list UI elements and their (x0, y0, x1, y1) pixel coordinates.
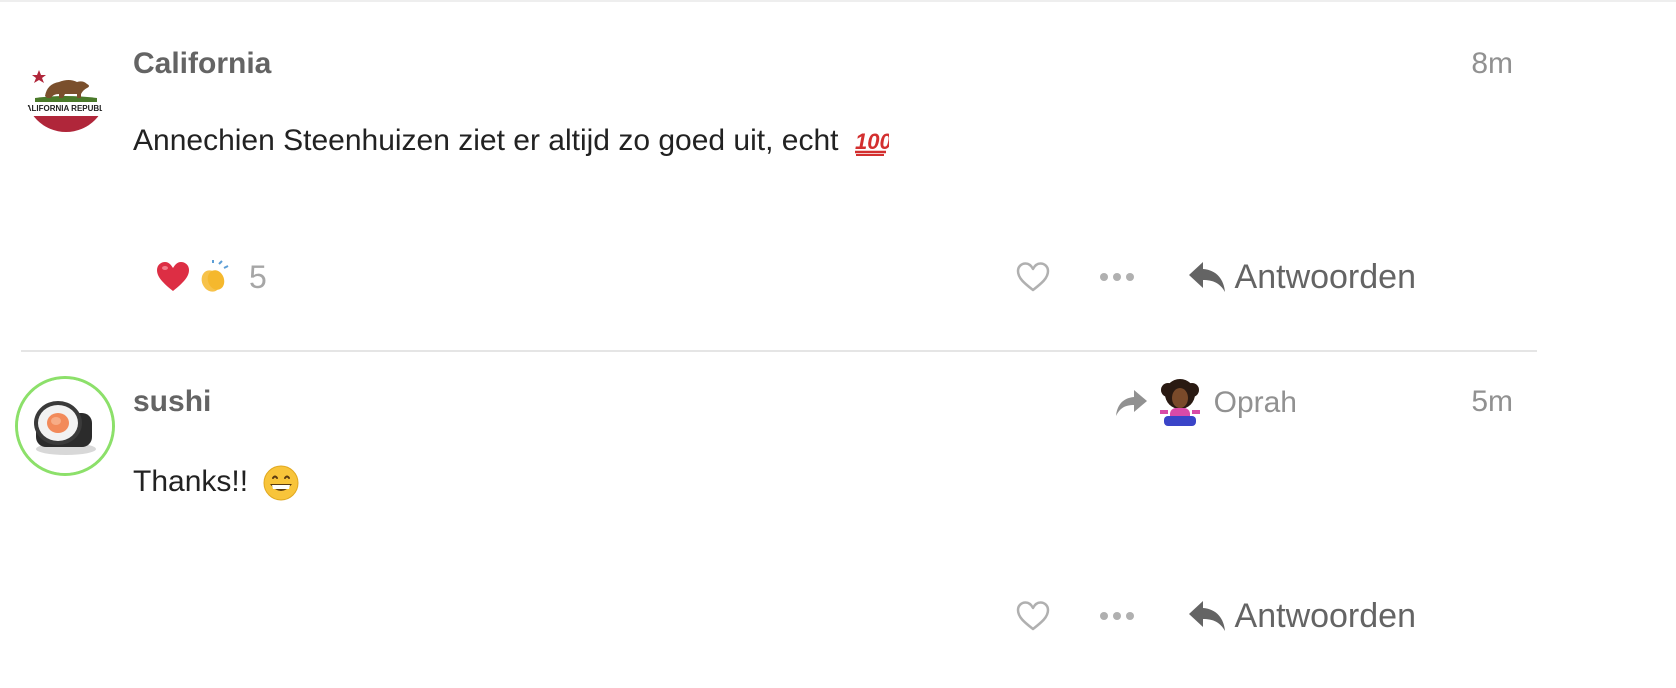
comment-california: CALIFORNIA REPUBLIC California 8m Annech… (0, 0, 1560, 352)
username[interactable]: California (133, 47, 271, 81)
comment-sushi: sushi Oprah 5m Thanks!! Antwoorden (0, 352, 1560, 688)
reply-label: Antwoorden (1234, 257, 1416, 296)
reply-to-username: Oprah (1213, 386, 1297, 419)
sushi-avatar (18, 379, 112, 473)
comment-text-content: Thanks!! (133, 464, 249, 498)
avatar[interactable] (15, 376, 115, 476)
comment-actions: Antwoorden (1013, 249, 1416, 305)
grinning-face-icon (263, 465, 299, 501)
comment-text: Annechien Steenhuizen ziet er altijd zo … (133, 124, 889, 158)
like-button[interactable] (1013, 257, 1053, 297)
oprah-avatar-icon (1159, 379, 1200, 426)
reply-to-indicator[interactable]: Oprah (1114, 378, 1297, 428)
reply-arrow-icon (1188, 601, 1225, 631)
heart-emoji-icon (157, 262, 189, 291)
california-flag-avatar: CALIFORNIA REPUBLIC (25, 50, 107, 132)
reply-label: Antwoorden (1234, 596, 1416, 635)
reply-forward-icon (1115, 390, 1147, 416)
reply-button[interactable]: Antwoorden (1187, 597, 1416, 636)
comment-text-content: Annechien Steenhuizen ziet er altijd zo … (133, 124, 839, 157)
more-options-button[interactable] (1097, 596, 1137, 636)
timestamp[interactable]: 8m (1471, 47, 1513, 81)
clapping-hands-icon (201, 260, 229, 292)
comment-text: Thanks!! (133, 464, 300, 502)
avatar-flag-text: CALIFORNIA REPUBLIC (25, 104, 107, 113)
timestamp[interactable]: 5m (1471, 385, 1513, 419)
reply-button[interactable]: Antwoorden (1187, 258, 1416, 297)
heart-outline-icon (1016, 262, 1049, 292)
reaction-count: 5 (249, 258, 267, 295)
heart-outline-icon (1016, 601, 1049, 631)
ellipsis-icon (1099, 273, 1134, 281)
more-options-button[interactable] (1097, 257, 1137, 297)
avatar[interactable]: CALIFORNIA REPUBLIC (25, 50, 107, 132)
reactions-summary[interactable]: 5 (155, 254, 267, 300)
username[interactable]: sushi (133, 385, 211, 419)
hundred-points-icon: 100 (854, 129, 889, 157)
ellipsis-icon (1099, 612, 1134, 620)
svg-text:100: 100 (855, 129, 889, 154)
like-button[interactable] (1013, 596, 1053, 636)
comment-actions: Antwoorden (1013, 588, 1416, 644)
reply-arrow-icon (1188, 262, 1225, 292)
